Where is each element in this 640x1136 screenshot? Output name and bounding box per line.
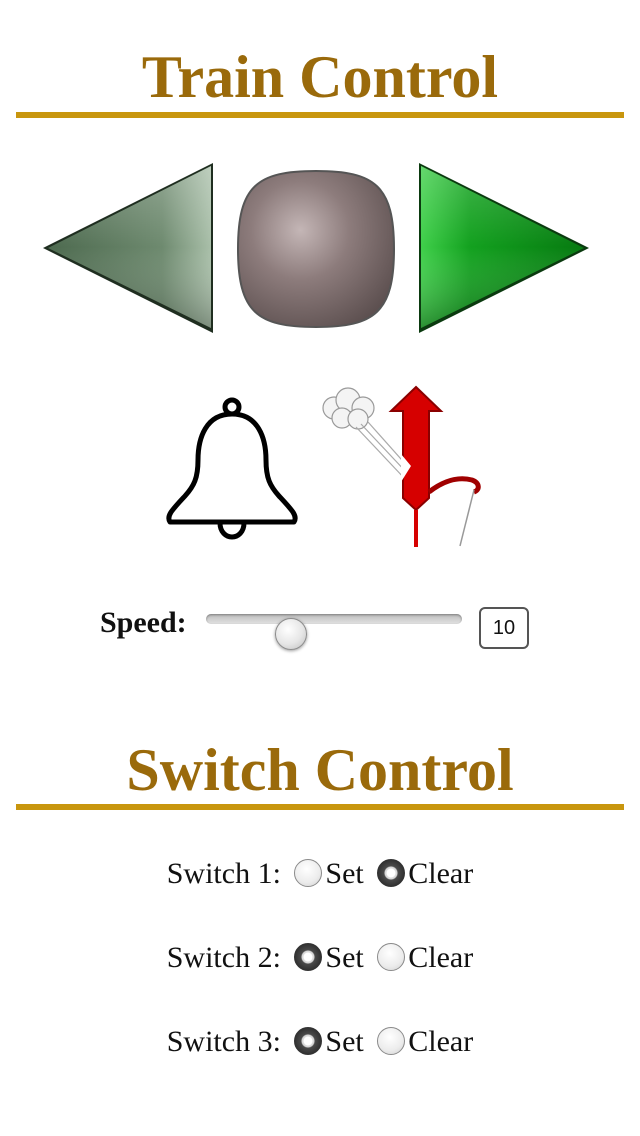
switch-control-title: Switch Control [126,737,514,803]
switch-row: Switch 3: Set Clear [0,1024,640,1060]
speed-label: Speed: [100,606,187,639]
switch-3-set-radio[interactable] [294,1027,323,1055]
switch-1-clear-label[interactable]: Clear [408,857,473,890]
speed-control: Speed: 10 [0,598,640,658]
switch-3-clear-label[interactable]: Clear [408,1025,473,1058]
switch-2-set-radio[interactable] [294,943,323,971]
stop-icon [236,169,396,329]
speed-slider-thumb[interactable] [275,618,308,650]
speed-slider[interactable] [206,614,462,650]
bell-icon[interactable] [160,394,304,544]
switch-label: Switch 2: [166,941,281,974]
switch-1-clear-radio[interactable] [377,859,406,887]
switch-label: Switch 3: [166,1025,281,1058]
switch-label: Switch 1: [166,857,281,890]
switch-1-set-label[interactable]: Set [325,857,363,890]
switch-1-set-radio[interactable] [294,859,323,887]
switch-control-divider [16,804,624,810]
switch-3-set-label[interactable]: Set [325,1025,363,1058]
switch-2-clear-label[interactable]: Clear [408,941,473,974]
speed-value-field[interactable]: 10 [479,607,529,649]
steam-puff [322,387,375,430]
switch-3-clear-radio[interactable] [377,1027,406,1055]
whistle-icon[interactable] [316,384,486,550]
reverse-arrow-icon[interactable] [40,160,216,336]
switch-2-set-label[interactable]: Set [325,941,363,974]
train-control-title: Train Control [141,44,499,110]
switch-row: Switch 2: Set Clear [0,940,640,976]
forward-arrow-icon[interactable] [416,160,592,336]
stop-button[interactable] [235,168,397,330]
switch-row: Switch 1: Set Clear [0,856,640,892]
train-control-divider [16,112,624,118]
switch-2-clear-radio[interactable] [377,943,406,971]
